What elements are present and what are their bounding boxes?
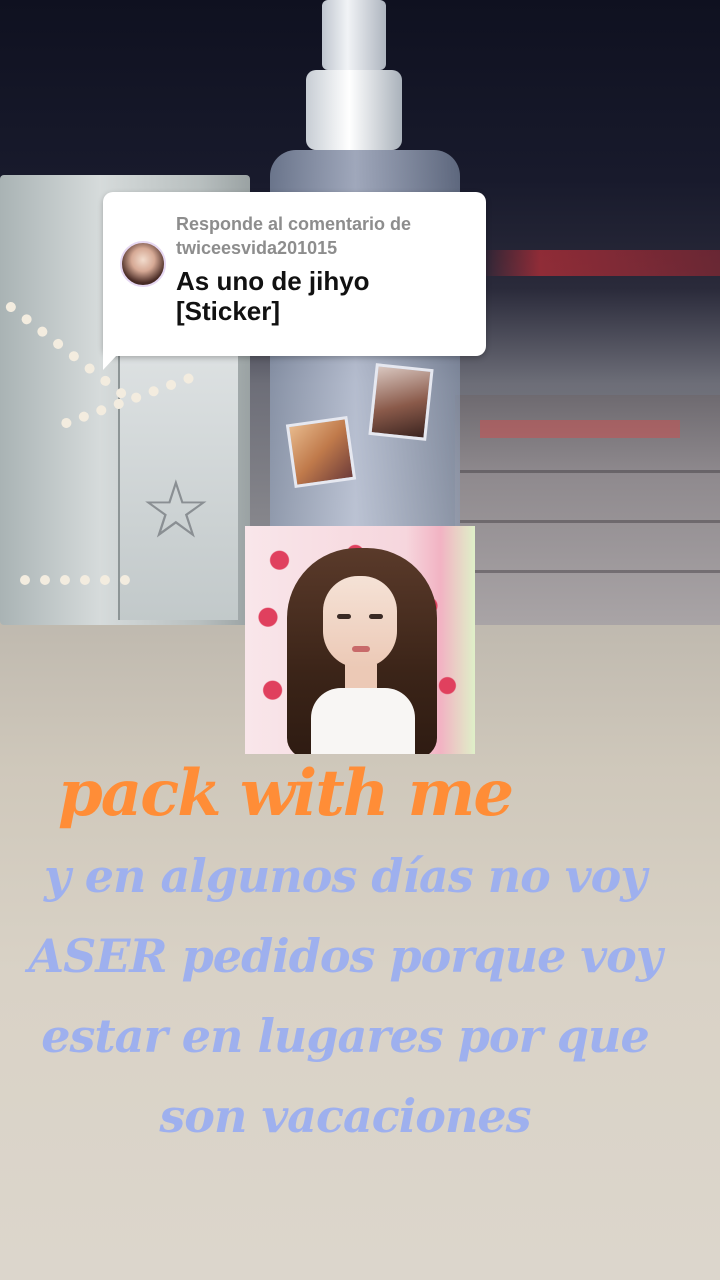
reply-bubble-tail [103,340,131,370]
caption-line: y en algunos días no voy [43,849,647,903]
sticker-person-eye [337,614,351,619]
spray-bottle-nozzle [322,0,386,70]
reply-comment-line: As uno de jihyo [176,266,370,296]
video-frame[interactable]: ☆ Responde al comentario de twiceesvida2… [0,0,720,1280]
drawer-line [460,520,720,523]
caption-body: y en algunos días no voy ASER pedidos po… [0,836,690,1156]
sticker-person-eye [369,614,383,619]
background-red-object [480,250,720,276]
pearl-strand [20,575,130,585]
background-red-item [480,420,680,438]
drawer-line [460,570,720,573]
caption-line: son vacaciones [159,1089,531,1143]
drawer-line [460,470,720,473]
reply-header-label: Responde al comentario de [176,214,412,234]
sticker-photo [245,526,475,754]
sticker-person-lips [352,646,370,652]
star-keychain-icon: ☆ [140,463,212,556]
sticker-person-face [323,576,397,668]
caption-line: ASER pedidos porque voy [28,929,662,983]
bottle-photocard [368,363,434,441]
sticker-person-top [311,688,415,754]
bottle-photocard [285,415,357,489]
reply-header: Responde al comentario de twiceesvida201… [176,212,476,260]
reply-comment-text: As uno de jihyo [Sticker] [176,266,476,326]
reply-comment-line: [Sticker] [176,296,281,326]
spray-bottle-cap [306,70,402,150]
commenter-username[interactable]: twiceesvida201015 [176,236,476,260]
caption-title-text: pack with me [58,756,514,831]
commenter-avatar[interactable] [120,241,166,287]
caption-line: estar en lugares por que [41,1009,649,1063]
